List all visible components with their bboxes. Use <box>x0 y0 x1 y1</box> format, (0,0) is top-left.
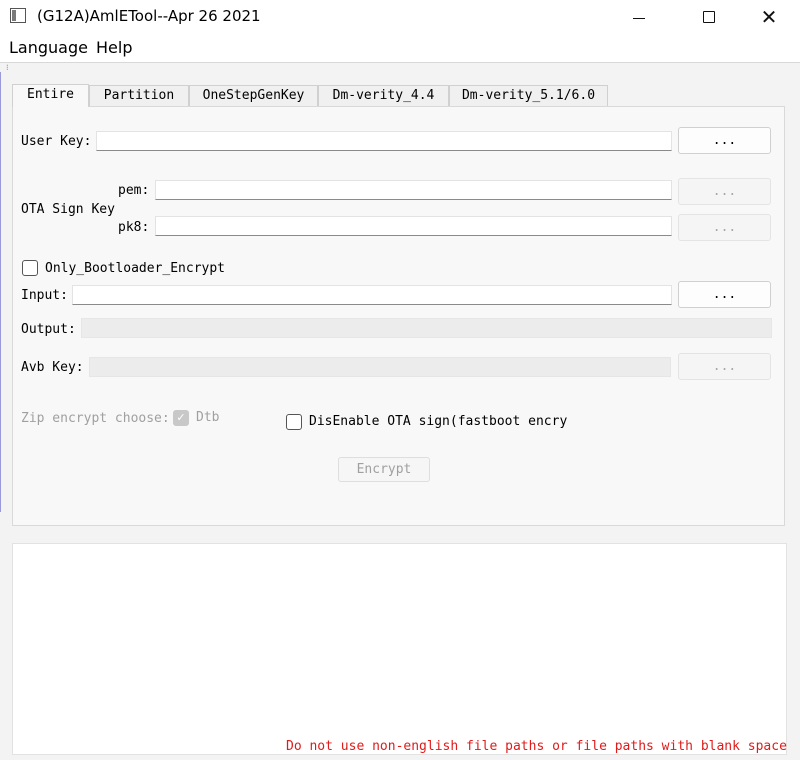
zip-encrypt-label: Zip encrypt choose: <box>21 411 170 426</box>
pk8-browse-button[interactable]: ... <box>678 214 771 241</box>
minimize-icon <box>633 17 645 19</box>
user-key-browse-button[interactable]: ... <box>678 127 771 154</box>
path-warning-text: Do not use non-english file paths or fil… <box>286 739 787 754</box>
menu-divider <box>0 62 800 63</box>
close-button[interactable]: ✕ <box>746 0 792 34</box>
input-field[interactable] <box>72 285 672 305</box>
user-key-label: User Key: <box>21 134 92 149</box>
output-field <box>81 318 772 338</box>
maximize-icon <box>703 11 715 23</box>
only-bootloader-encrypt-label: Only_Bootloader_Encrypt <box>45 261 226 276</box>
toolbar-handle-icon: ⁝ <box>6 63 9 72</box>
output-label: Output: <box>21 322 76 337</box>
pem-label: pem: <box>118 183 150 198</box>
encrypt-button[interactable]: Encrypt <box>338 457 430 482</box>
input-browse-button[interactable]: ... <box>678 281 771 308</box>
log-output-area[interactable] <box>12 543 787 755</box>
minimize-button[interactable] <box>616 0 662 34</box>
tab-dm-verity-4-4[interactable]: Dm-verity_4.4 <box>318 85 449 106</box>
title-bar: (G12A)AmlETool--Apr 26 2021 ✕ <box>0 0 800 34</box>
avb-key-label: Avb Key: <box>21 360 84 375</box>
maximize-button[interactable] <box>686 0 732 34</box>
app-icon <box>10 8 26 23</box>
dtb-label: Dtb <box>196 410 220 425</box>
pem-browse-button[interactable]: ... <box>678 178 771 205</box>
user-key-input[interactable] <box>96 131 672 151</box>
close-icon: ✕ <box>760 5 778 29</box>
disable-ota-sign-checkbox[interactable] <box>286 414 302 430</box>
dtb-checkbox[interactable]: ✓ <box>173 410 189 426</box>
tab-dm-verity-5-1[interactable]: Dm-verity_5.1/6.0 <box>449 85 608 106</box>
ota-sign-key-label: OTA Sign Key <box>21 202 115 217</box>
window-edge <box>0 72 1 512</box>
pk8-input[interactable] <box>155 216 672 236</box>
avb-key-browse-button[interactable]: ... <box>678 353 771 380</box>
tab-entire[interactable]: Entire <box>12 84 89 107</box>
menu-language[interactable]: Language <box>9 38 88 57</box>
pem-input[interactable] <box>155 180 672 200</box>
input-label: Input: <box>21 288 68 303</box>
pk8-label: pk8: <box>118 220 150 235</box>
only-bootloader-encrypt-checkbox[interactable] <box>22 260 38 276</box>
window-title: (G12A)AmlETool--Apr 26 2021 <box>37 7 261 25</box>
tab-onestepgenkey[interactable]: OneStepGenKey <box>189 85 318 106</box>
avb-key-field <box>89 357 671 377</box>
disable-ota-sign-label: DisEnable OTA sign(fastboot encryp <box>309 414 568 429</box>
menu-bar: Language Help <box>0 34 800 62</box>
tab-partition[interactable]: Partition <box>89 85 189 106</box>
menu-help[interactable]: Help <box>96 38 132 57</box>
